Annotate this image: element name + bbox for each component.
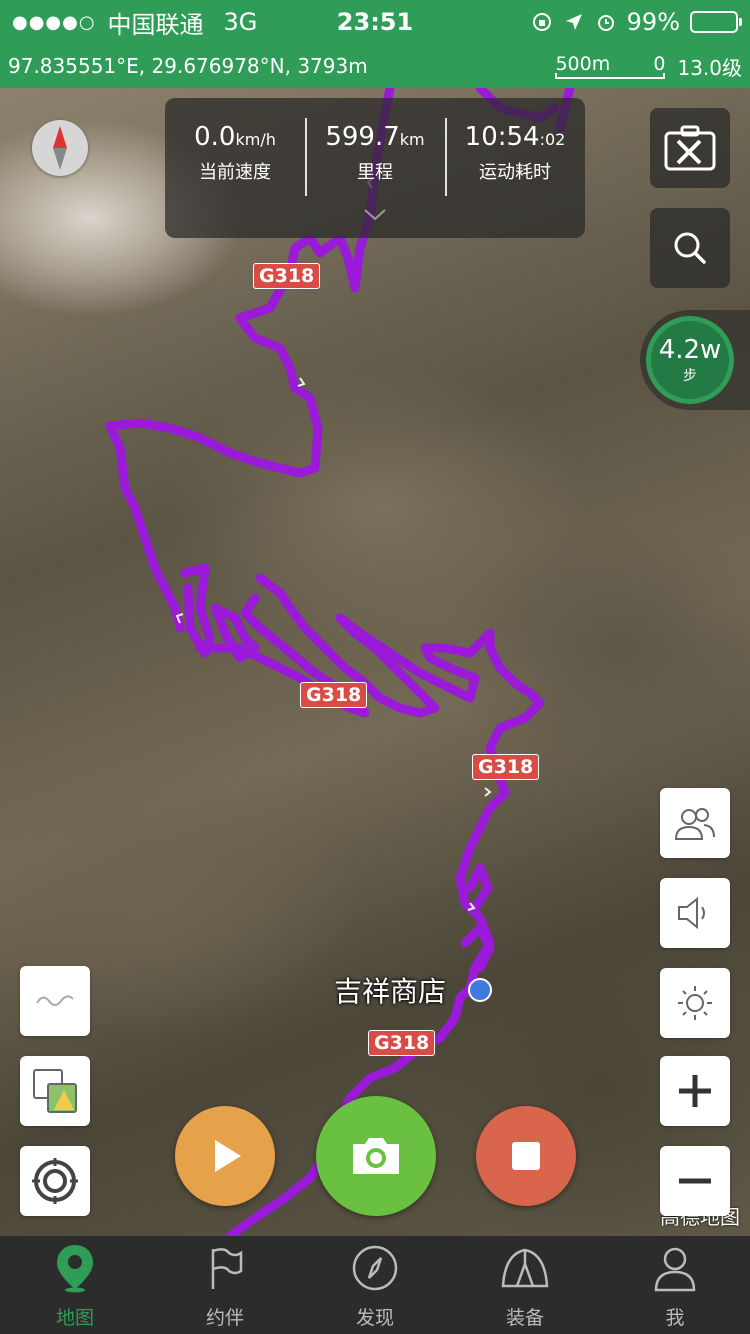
tab-label: 我 [665, 1307, 685, 1329]
tab-label: 发现 [355, 1307, 394, 1329]
distance-label: 里程 [357, 162, 393, 183]
shop-poi-icon[interactable] [468, 978, 492, 1002]
zoom-level: 13.0级 [677, 55, 742, 80]
status-bar: ●●●●○ 中国联通 3G 23:51 99% [0, 0, 750, 44]
scale-bar: 500m 0 [555, 53, 666, 79]
toolbox-button[interactable] [650, 108, 730, 188]
tab-partner[interactable]: 约伴 [150, 1236, 300, 1334]
play-icon [215, 1140, 241, 1172]
search-icon [674, 232, 706, 264]
team-button[interactable] [660, 788, 730, 858]
duration-stat: 10:54:02 运动耗时 [445, 108, 585, 238]
status-right: 99% [531, 8, 742, 36]
tab-label: 约伴 [205, 1307, 244, 1329]
camera-button[interactable] [316, 1096, 436, 1216]
speed-label: 当前速度 [199, 162, 271, 183]
stop-icon [512, 1142, 540, 1170]
map-pin-icon [57, 1245, 93, 1293]
stop-button[interactable] [476, 1106, 576, 1206]
duration-label: 运动耗时 [479, 162, 551, 183]
map-view[interactable]: G318 G318 G318 G318 吉祥商店 高德地图 0.0km/h 当前… [0, 88, 750, 1236]
sun-icon [678, 986, 712, 1020]
people-icon [674, 808, 715, 840]
toolbox-icon [664, 125, 716, 171]
location-bar: 97.835551°E, 29.676978°N, 3793m 500m 0 1… [0, 44, 750, 88]
poi-label[interactable]: 吉祥商店 [334, 970, 446, 1010]
locate-icon [32, 1158, 78, 1204]
step-counter[interactable]: 4.2w 步 [640, 310, 750, 410]
battery-icon [690, 11, 742, 33]
zoom-out-button[interactable] [660, 1146, 730, 1216]
zoom-in-button[interactable] [660, 1056, 730, 1126]
minus-icon [679, 1178, 711, 1184]
road-label: G318 [368, 1030, 436, 1056]
track-route [105, 88, 575, 1236]
elevation-button[interactable] [20, 966, 90, 1036]
speed-unit: km/h [235, 130, 276, 149]
battery-percent: 99% [626, 8, 680, 36]
step-ring: 4.2w 步 [646, 316, 734, 404]
search-button[interactable] [650, 208, 730, 288]
camera-icon [353, 1138, 399, 1174]
tab-bar: 地图 约伴 发现 装备 我 [0, 1236, 750, 1334]
stats-panel[interactable]: 0.0km/h 当前速度 599.7km 里程 10:54:02 运动耗时 [165, 98, 585, 238]
compass-icon [352, 1245, 398, 1291]
road-label: G318 [472, 754, 540, 780]
wave-icon [36, 995, 74, 1006]
compass-south-icon [53, 148, 67, 170]
locate-button[interactable] [20, 1146, 90, 1216]
voice-button[interactable] [660, 878, 730, 948]
location-arrow-icon [565, 14, 582, 30]
road-label: G318 [253, 263, 321, 289]
brightness-button[interactable] [660, 968, 730, 1038]
orientation-lock-icon [532, 13, 551, 31]
layers-icon [33, 1069, 77, 1113]
speed-stat: 0.0km/h 当前速度 [165, 108, 305, 238]
speaker-icon [678, 896, 705, 930]
step-unit: 步 [683, 368, 697, 384]
alarm-icon [597, 15, 614, 31]
map-layers-button[interactable] [20, 1056, 90, 1126]
tab-map[interactable]: 地图 [0, 1236, 150, 1334]
distance-value: 599.7 [325, 122, 400, 152]
coordinates-readout: 97.835551°E, 29.676978°N, 3793m [8, 54, 368, 78]
tab-discover[interactable]: 发现 [300, 1236, 450, 1334]
scale-zero: 0 [653, 53, 666, 75]
distance-unit: km [399, 130, 425, 149]
duration-seconds: :02 [539, 130, 566, 149]
tent-icon [501, 1248, 549, 1288]
duration-value: 10:54 [464, 122, 540, 152]
speed-value: 0.0 [194, 122, 236, 152]
tab-me[interactable]: 我 [600, 1236, 750, 1334]
play-button[interactable] [175, 1106, 275, 1206]
tab-gear[interactable]: 装备 [450, 1236, 600, 1334]
flag-icon [211, 1248, 243, 1289]
tab-label: 地图 [55, 1307, 94, 1329]
chevron-down-icon[interactable] [363, 208, 387, 222]
scale-label: 500m [555, 53, 611, 75]
plus-icon [679, 1075, 711, 1107]
step-value: 4.2w [658, 335, 722, 365]
compass-button[interactable] [32, 120, 88, 176]
compass-north-icon [53, 126, 67, 148]
road-label: G318 [300, 682, 368, 708]
person-icon [654, 1247, 696, 1292]
tab-label: 装备 [505, 1307, 544, 1329]
